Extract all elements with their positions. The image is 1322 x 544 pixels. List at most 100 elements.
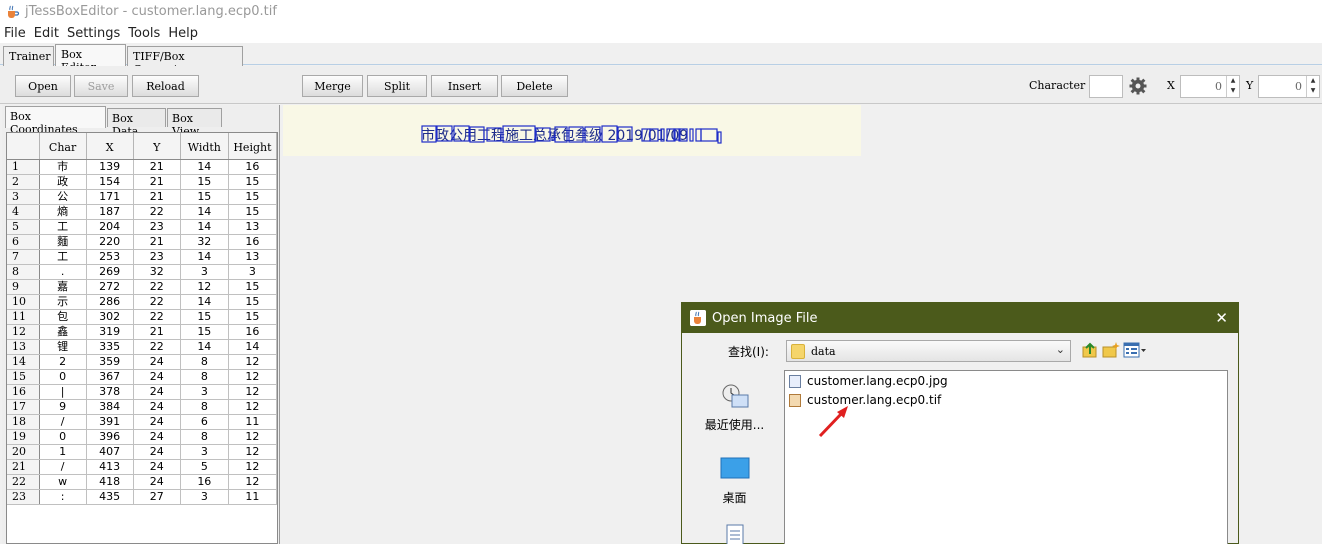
x-cell[interactable]: 272 <box>86 279 134 295</box>
x-cell[interactable]: 187 <box>86 204 134 220</box>
width-cell[interactable]: 14 <box>180 204 229 220</box>
char-cell[interactable]: 公 <box>39 189 87 205</box>
table-row[interactable]: 11 包 302 22 15 15 <box>7 309 277 325</box>
list-item[interactable]: customer.lang.ecp0.jpg <box>789 373 948 389</box>
y-cell[interactable]: 24 <box>133 474 181 490</box>
view-menu-icon[interactable] <box>1123 341 1147 359</box>
y-cell[interactable]: 24 <box>133 459 181 475</box>
height-cell[interactable]: 12 <box>228 444 277 460</box>
tab-box-coordinates[interactable]: Box Coordinates <box>5 106 106 136</box>
height-cell[interactable]: 12 <box>228 399 277 415</box>
x-cell[interactable]: 378 <box>86 384 134 400</box>
height-cell[interactable]: 13 <box>228 219 277 235</box>
chevron-down-icon[interactable]: ⌄ <box>1056 343 1065 356</box>
new-folder-icon[interactable] <box>1102 341 1120 359</box>
table-row[interactable]: 9 嘉 272 22 12 15 <box>7 279 277 295</box>
column-header-height[interactable]: Height <box>228 133 277 160</box>
height-cell[interactable]: 12 <box>228 474 277 490</box>
char-cell[interactable]: 0 <box>39 369 87 385</box>
column-header-char[interactable]: Char <box>39 133 87 160</box>
spinner-arrows-icon[interactable]: ▲ ▼ <box>1306 76 1319 97</box>
height-cell[interactable]: 15 <box>228 204 277 220</box>
table-row[interactable]: 18/391 24 6 11 <box>7 414 277 430</box>
table-row[interactable]: 22 w 418 24 16 12 <box>7 474 277 490</box>
height-cell[interactable]: 14 <box>228 339 277 355</box>
height-cell[interactable]: 3 <box>228 264 277 280</box>
y-cell[interactable]: 21 <box>133 159 181 175</box>
x-cell[interactable]: 139 <box>86 159 134 175</box>
width-cell[interactable]: 16 <box>180 474 229 490</box>
tab-tiff-box-generator[interactable]: TIFF/Box Generator <box>127 46 243 76</box>
y-cell[interactable]: 22 <box>133 309 181 325</box>
x-cell[interactable]: 319 <box>86 324 134 340</box>
table-row[interactable]: 8. 269 32 3 3 <box>7 264 277 280</box>
delete-button[interactable]: Delete <box>501 75 568 97</box>
table-row[interactable]: 1 市 139 21 14 16 <box>7 159 277 175</box>
width-cell[interactable]: 3 <box>180 384 229 400</box>
table-row[interactable]: 20 1 407 24 3 12 <box>7 444 277 460</box>
y-cell[interactable]: 24 <box>133 354 181 370</box>
char-cell[interactable]: 熵 <box>39 204 87 220</box>
close-icon[interactable]: ✕ <box>1215 309 1228 327</box>
char-cell[interactable]: 1 <box>39 444 87 460</box>
table-row[interactable]: 21/413 24 5 12 <box>7 459 277 475</box>
width-cell[interactable]: 15 <box>180 174 229 190</box>
table-row[interactable]: 16 | 378 24 3 12 <box>7 384 277 400</box>
y-cell[interactable]: 22 <box>133 204 181 220</box>
character-field[interactable] <box>1089 75 1123 98</box>
spinner-arrows-icon[interactable]: ▲ ▼ <box>1226 76 1239 97</box>
width-cell[interactable]: 12 <box>180 279 229 295</box>
x-cell[interactable]: 418 <box>86 474 134 490</box>
height-cell[interactable]: 16 <box>228 324 277 340</box>
y-cell[interactable]: 24 <box>133 399 181 415</box>
table-row[interactable]: 10 示 286 22 14 15 <box>7 294 277 310</box>
x-cell[interactable]: 253 <box>86 249 134 265</box>
table-row[interactable]: 17 9 384 24 8 12 <box>7 399 277 415</box>
char-cell[interactable]: w <box>39 474 87 490</box>
x-cell[interactable]: 302 <box>86 309 134 325</box>
y-cell[interactable]: 24 <box>133 429 181 445</box>
y-cell[interactable]: 32 <box>133 264 181 280</box>
tab-trainer[interactable]: Trainer <box>3 46 54 66</box>
y-cell[interactable]: 22 <box>133 279 181 295</box>
width-cell[interactable]: 3 <box>180 264 229 280</box>
table-row[interactable]: 23:435 27 3 11 <box>7 489 277 505</box>
tab-box-view[interactable]: Box View <box>167 108 222 138</box>
x-spinner[interactable]: 0 ▲ ▼ <box>1180 75 1240 98</box>
width-cell[interactable]: 8 <box>180 399 229 415</box>
y-cell[interactable]: 24 <box>133 384 181 400</box>
char-cell[interactable]: 锂 <box>39 339 87 355</box>
height-cell[interactable]: 11 <box>228 414 277 430</box>
char-cell[interactable]: 市 <box>39 159 87 175</box>
width-cell[interactable]: 3 <box>180 444 229 460</box>
height-cell[interactable]: 15 <box>228 279 277 295</box>
open-button[interactable]: Open <box>15 75 71 97</box>
y-cell[interactable]: 21 <box>133 234 181 250</box>
y-cell[interactable]: 24 <box>133 369 181 385</box>
width-cell[interactable]: 14 <box>180 219 229 235</box>
reload-button[interactable]: Reload <box>132 75 199 97</box>
height-cell[interactable]: 15 <box>228 174 277 190</box>
box-coordinates-table[interactable]: Char X Y Width Height 1 市 139 21 14 16 2 政 154 21… <box>6 132 278 544</box>
insert-button[interactable]: Insert <box>431 75 498 97</box>
char-cell[interactable]: . <box>39 264 87 280</box>
file-list[interactable]: customer.lang.ecp0.jpg customer.lang.ecp… <box>784 370 1228 544</box>
y-cell[interactable]: 24 <box>133 414 181 430</box>
table-row[interactable]: 19 0 396 24 8 12 <box>7 429 277 445</box>
place-recent[interactable]: 最近使用... <box>692 383 777 433</box>
x-cell[interactable]: 171 <box>86 189 134 205</box>
merge-button[interactable]: Merge <box>302 75 363 97</box>
width-cell[interactable]: 15 <box>180 324 229 340</box>
y-cell[interactable]: 21 <box>133 189 181 205</box>
height-cell[interactable]: 12 <box>228 429 277 445</box>
y-cell[interactable]: 21 <box>133 324 181 340</box>
height-cell[interactable]: 15 <box>228 189 277 205</box>
y-spinner[interactable]: 0 ▲ ▼ <box>1258 75 1320 98</box>
char-cell[interactable]: 2 <box>39 354 87 370</box>
tab-box-data[interactable]: Box Data <box>107 108 166 138</box>
table-row[interactable]: 12 鑫 319 21 15 16 <box>7 324 277 340</box>
char-cell[interactable]: 包 <box>39 309 87 325</box>
char-cell[interactable]: 9 <box>39 399 87 415</box>
x-cell[interactable]: 413 <box>86 459 134 475</box>
height-cell[interactable]: 11 <box>228 489 277 505</box>
